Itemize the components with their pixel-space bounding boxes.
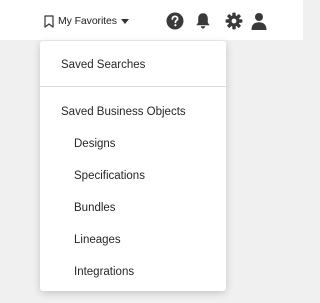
menu-item-designs[interactable]: Designs xyxy=(74,137,116,151)
menu-item-specifications[interactable]: Specifications xyxy=(74,169,145,183)
my-favorites-label: My Favorites xyxy=(58,15,117,27)
favorites-dropdown-menu: Saved Searches Saved Business Objects De… xyxy=(40,41,226,291)
chevron-down-icon xyxy=(120,18,129,24)
bell-icon[interactable] xyxy=(195,12,211,30)
menu-divider xyxy=(40,86,226,87)
bookmark-icon xyxy=(44,14,54,28)
menu-item-integrations[interactable]: Integrations xyxy=(74,265,134,279)
menu-section-saved-business-objects[interactable]: Saved Business Objects xyxy=(61,105,186,119)
menu-item-saved-searches[interactable]: Saved Searches xyxy=(61,58,145,72)
app-page: My Favorites Saved Searches Saved Busine… xyxy=(0,0,303,303)
help-icon[interactable] xyxy=(166,12,184,30)
user-icon[interactable] xyxy=(251,12,267,30)
menu-item-lineages[interactable]: Lineages xyxy=(74,233,121,247)
menu-item-bundles[interactable]: Bundles xyxy=(74,201,116,215)
my-favorites-button[interactable]: My Favorites xyxy=(43,13,129,29)
gear-icon[interactable] xyxy=(225,12,243,30)
top-bar: My Favorites xyxy=(0,0,303,40)
